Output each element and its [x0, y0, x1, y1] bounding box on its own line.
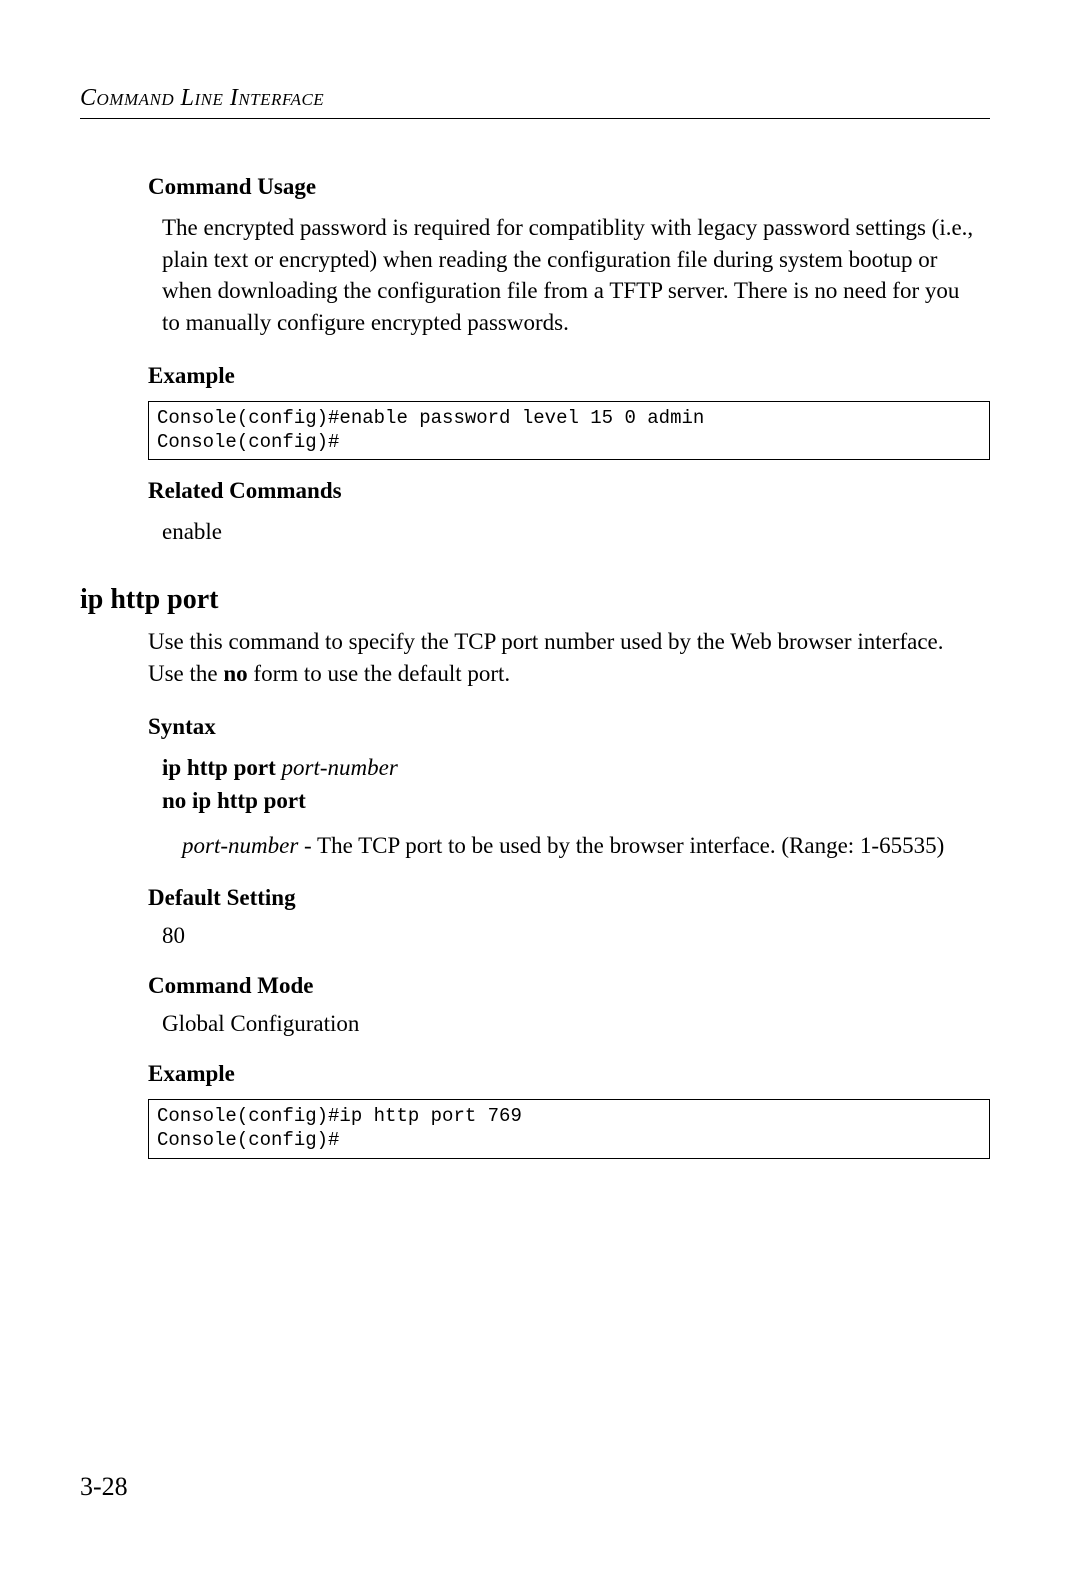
param-name: port-number	[182, 833, 298, 858]
desc-bold: no	[223, 661, 247, 686]
code-example-1: Console(config)#enable password level 15…	[148, 401, 990, 461]
heading-example-2: Example	[148, 1061, 990, 1087]
page-number: 3-28	[80, 1472, 128, 1502]
header-rule	[80, 118, 990, 119]
heading-command-usage: Command Usage	[148, 174, 990, 200]
text-command-mode: Global Configuration	[162, 1011, 990, 1037]
heading-default-setting: Default Setting	[148, 885, 990, 911]
command-title: ip http port	[80, 584, 990, 616]
syntax-line-1: ip http port port-number	[162, 752, 990, 783]
text-related-commands: enable	[162, 516, 980, 548]
heading-syntax: Syntax	[148, 714, 990, 740]
heading-command-mode: Command Mode	[148, 973, 990, 999]
text-command-usage: The encrypted password is required for c…	[162, 212, 980, 339]
heading-example-1: Example	[148, 363, 990, 389]
syntax-bold-2: no ip http port	[162, 788, 306, 813]
syntax-bold-1: ip http port	[162, 755, 282, 780]
param-rest: - The TCP port to be used by the browser…	[298, 833, 944, 858]
page-header: Command Line Interface	[80, 85, 990, 112]
syntax-line-2: no ip http port	[162, 785, 990, 816]
code-example-2: Console(config)#ip http port 769 Console…	[148, 1099, 990, 1159]
syntax-param: port-number - The TCP port to be used by…	[182, 830, 980, 862]
syntax-italic-1: port-number	[282, 755, 398, 780]
heading-related-commands: Related Commands	[148, 478, 990, 504]
text-default-setting: 80	[162, 923, 990, 949]
desc-post: form to use the default port.	[248, 661, 511, 686]
text-command-description: Use this command to specify the TCP port…	[148, 626, 980, 689]
